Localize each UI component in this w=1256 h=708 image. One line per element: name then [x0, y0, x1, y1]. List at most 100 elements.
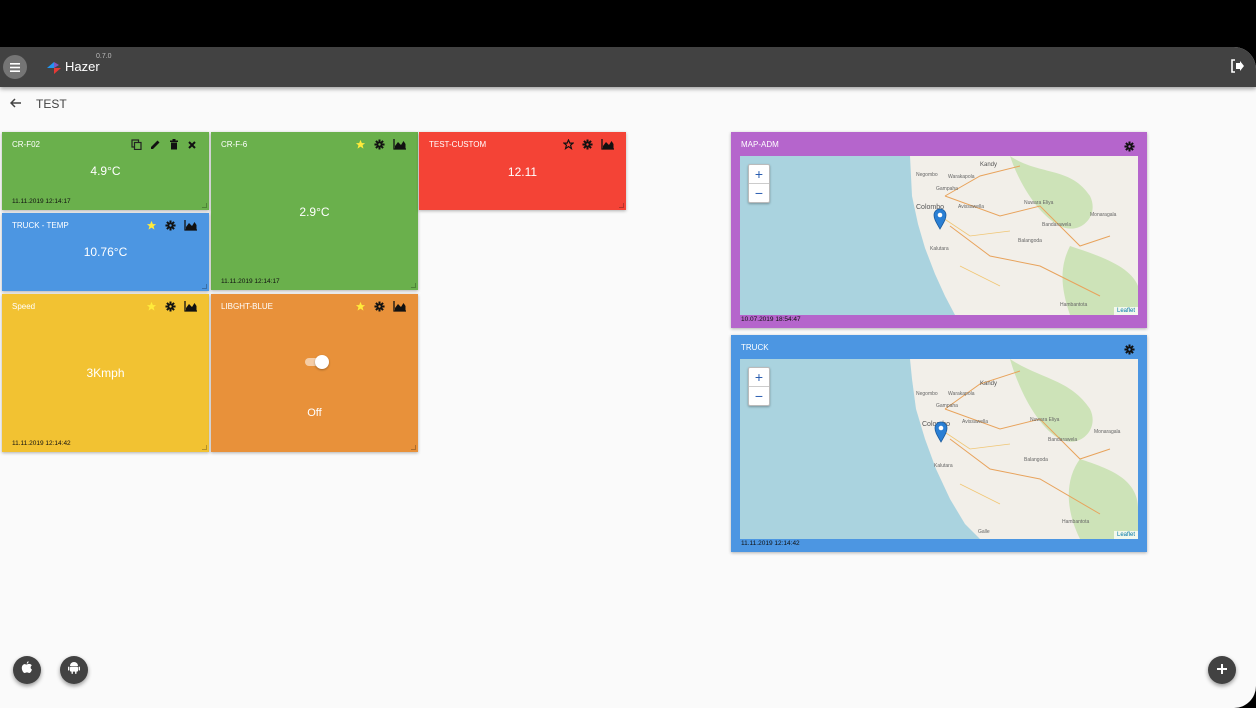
tile-value: Off [307, 407, 322, 419]
device-notch [1052, 23, 1068, 47]
android-download-button[interactable] [60, 656, 88, 684]
map-label: Nuwara Eliya [1030, 417, 1060, 423]
app-screen: Hazer 0.7.0 TEST CR-F02 4.9°C 11.11.2019… [0, 47, 1256, 708]
map-label: Balangoda [1018, 238, 1042, 244]
zoom-out-button[interactable]: − [749, 387, 769, 405]
map-view[interactable]: Kandy Colombo Negombo Gampaha Avissawell… [740, 156, 1138, 315]
apple-download-button[interactable] [13, 656, 41, 684]
logout-icon[interactable] [1230, 59, 1244, 78]
tile-timestamp: 11.11.2019 12:14:42 [12, 440, 71, 447]
map-label: Balangoda [1024, 457, 1048, 463]
apple-icon [21, 661, 33, 679]
add-widget-button[interactable] [1208, 656, 1236, 684]
close-icon[interactable] [187, 140, 197, 150]
map-tile-truck[interactable]: TRUCK Kandy Colombo Negombo Gampaha Avis… [731, 335, 1147, 552]
android-icon [68, 661, 80, 679]
map-label: Gampaha [936, 403, 958, 409]
tile-title: TEST-CUSTOM [429, 140, 487, 149]
map-label: Kandy [980, 381, 998, 387]
resize-handle[interactable] [202, 284, 207, 289]
chart-icon[interactable] [393, 139, 406, 150]
map-label: Hambantota [1060, 302, 1088, 308]
star-icon[interactable] [563, 139, 574, 150]
map-tile-map-adm[interactable]: MAP-ADM Kandy Colombo Negombo Gampaha Av… [731, 132, 1147, 328]
resize-handle[interactable] [411, 445, 416, 450]
copy-icon[interactable] [131, 139, 142, 150]
zoom-in-button[interactable]: + [749, 368, 769, 387]
zoom-out-button[interactable]: − [749, 184, 769, 202]
tile-cr-f02[interactable]: CR-F02 4.9°C 11.11.2019 12:14:17 [2, 132, 209, 210]
tile-value: 10.76°C [83, 245, 128, 259]
breadcrumb: TEST [9, 95, 67, 113]
chart-icon[interactable] [184, 220, 197, 231]
star-icon[interactable] [355, 301, 366, 312]
pencil-icon[interactable] [150, 139, 161, 150]
tile-title: MAP-ADM [741, 140, 779, 149]
tile-speed[interactable]: Speed 3Kmph 11.11.2019 12:14:42 [2, 294, 209, 452]
leaflet-attribution[interactable]: Leaflet [1113, 531, 1138, 539]
resize-handle[interactable] [202, 203, 207, 208]
back-arrow-icon[interactable] [9, 95, 22, 113]
map-label: Warakapola [948, 174, 975, 180]
map-label: Nuwara Eliya [1024, 200, 1054, 206]
star-icon[interactable] [146, 220, 157, 231]
chart-icon[interactable] [184, 301, 197, 312]
map-label: Gampaha [936, 186, 958, 192]
map-label: Warakapola [948, 391, 975, 397]
gear-icon[interactable] [165, 220, 176, 231]
zoom-control: + − [748, 367, 770, 406]
map-label: Monaragala [1090, 212, 1117, 218]
app-bar: Hazer 0.7.0 [0, 47, 1256, 87]
map-label: Kalutara [934, 463, 953, 469]
tile-title: TRUCK - TEMP [12, 221, 69, 230]
hazer-logo-icon [46, 59, 62, 80]
plus-icon [1217, 661, 1227, 679]
page-title: TEST [36, 97, 67, 111]
gear-icon[interactable] [1124, 342, 1135, 360]
zoom-in-button[interactable]: + [749, 165, 769, 184]
tile-timestamp: 11.11.2019 12:14:42 [741, 540, 800, 547]
map-land [910, 156, 1138, 315]
map-label: Hambantota [1062, 519, 1090, 525]
star-icon[interactable] [355, 139, 366, 150]
gear-icon[interactable] [1124, 139, 1135, 157]
tile-libght-blue[interactable]: LIBGHT-BLUE Off [211, 294, 418, 452]
app-title: Hazer [65, 59, 100, 74]
tile-value: 4.9°C [90, 164, 121, 178]
resize-handle[interactable] [202, 445, 207, 450]
tile-title: TRUCK [741, 343, 769, 352]
device-frame: Hazer 0.7.0 TEST CR-F02 4.9°C 11.11.2019… [0, 23, 1256, 708]
trash-icon[interactable] [169, 139, 179, 150]
tile-timestamp: 11.11.2019 12:14:17 [221, 278, 280, 285]
chart-icon[interactable] [393, 301, 406, 312]
map-land [910, 359, 1138, 539]
map-label: Bandarawela [1042, 222, 1072, 228]
star-icon[interactable] [146, 301, 157, 312]
map-label: Negombo [916, 391, 938, 397]
resize-handle[interactable] [411, 283, 416, 288]
tile-test-custom[interactable]: TEST-CUSTOM 12.11 [419, 132, 626, 210]
tile-timestamp: 10.07.2019 18:54:47 [741, 316, 801, 323]
gear-icon[interactable] [374, 139, 385, 150]
map-pin-icon[interactable] [934, 421, 948, 448]
tile-timestamp: 11.11.2019 12:14:17 [12, 198, 71, 205]
gear-icon[interactable] [582, 139, 593, 150]
tile-truck-temp[interactable]: TRUCK - TEMP 10.76°C [2, 213, 209, 291]
tile-value: 3Kmph [86, 366, 125, 380]
map-view[interactable]: Kandy Colombo Negombo Gampaha Avissawell… [740, 359, 1138, 539]
tile-title: CR-F02 [12, 140, 41, 149]
tile-cr-f-6[interactable]: CR-F-6 2.9°C 11.11.2019 12:14:17 [211, 132, 418, 290]
chart-icon[interactable] [601, 139, 614, 150]
gear-icon[interactable] [374, 301, 385, 312]
map-label: Monaragala [1094, 429, 1121, 435]
map-pin-icon[interactable] [933, 208, 947, 235]
tile-value: 12.11 [507, 165, 538, 179]
leaflet-attribution[interactable]: Leaflet [1113, 307, 1138, 315]
menu-icon[interactable] [3, 55, 27, 79]
tile-title: Speed [12, 302, 36, 311]
gear-icon[interactable] [165, 301, 176, 312]
resize-handle[interactable] [619, 203, 624, 208]
map-label: Avissawella [958, 204, 985, 210]
tile-title: LIBGHT-BLUE [221, 302, 274, 311]
toggle-switch[interactable] [305, 355, 329, 369]
